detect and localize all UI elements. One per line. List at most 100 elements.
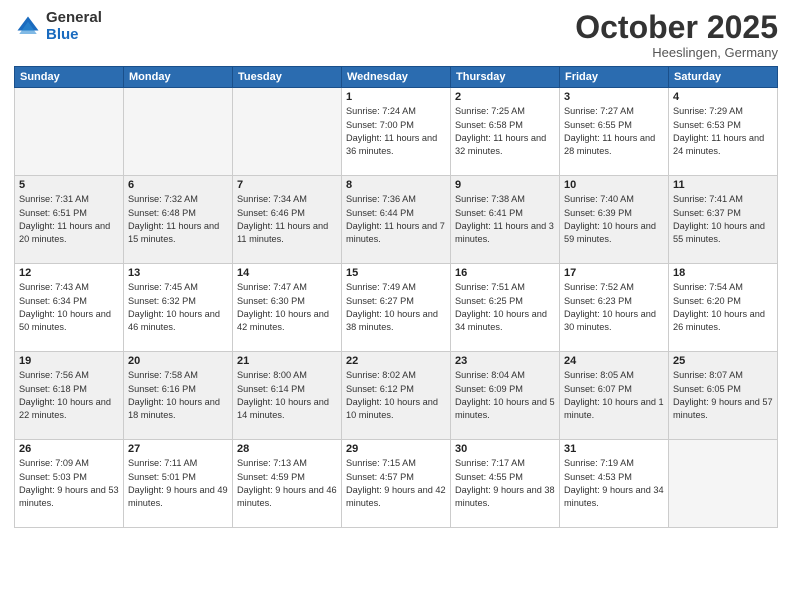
sunrise: Sunrise: 7:49 AM xyxy=(346,282,416,292)
day-number: 20 xyxy=(128,355,228,367)
day-number: 31 xyxy=(564,443,664,455)
day-info: Sunrise: 7:25 AM Sunset: 6:58 PM Daylight:… xyxy=(455,105,555,158)
table-row: 8Sunrise: 7:36 AMSunset: 6:44 PMDaylight… xyxy=(342,176,451,264)
day-info: Sunrise: 7:27 AMSunset: 6:55 PMDaylight:… xyxy=(564,105,664,158)
sunrise: Sunrise: 8:02 AM xyxy=(346,370,416,380)
day-info: Sunrise: 7:29 AMSunset: 6:53 PMDaylight:… xyxy=(673,105,773,158)
calendar-week-row: 1Sunrise: 7:24 AMSunset: 7:00 PMDaylight… xyxy=(15,88,778,176)
day-info: Sunrise: 7:36 AMSunset: 6:44 PMDaylight:… xyxy=(346,193,446,246)
sunset: Sunset: 6:55 PM xyxy=(564,120,632,130)
sunrise: Sunrise: 7:52 AM xyxy=(564,282,634,292)
day-info: Sunrise: 7:47 AMSunset: 6:30 PMDaylight:… xyxy=(237,281,337,334)
calendar-week-row: 26 Sunrise: 7:09 AM Sunset: 5:03 PM Dayligh… xyxy=(15,440,778,528)
day-info: Sunrise: 7:45 AMSunset: 6:32 PMDaylight:… xyxy=(128,281,228,334)
sunset: Sunset: 4:53 PM xyxy=(564,472,632,482)
sunrise: Sunrise: 7:15 AM xyxy=(346,458,416,468)
calendar-header-row: Sunday Monday Tuesday Wednesday Thursday… xyxy=(15,67,778,88)
day-number: 21 xyxy=(237,355,337,367)
table-row: 29Sunrise: 7:15 AMSunset: 4:57 PMDayligh… xyxy=(342,440,451,528)
table-row: 20Sunrise: 7:58 AMSunset: 6:16 PMDayligh… xyxy=(124,352,233,440)
logo-text: General Blue xyxy=(46,10,102,43)
sunrise: Sunrise: 7:56 AM xyxy=(19,370,89,380)
daylight: Daylight: 10 hours and 38 minutes. xyxy=(346,309,438,332)
sunset: Sunset: 6:51 PM xyxy=(19,208,87,218)
sunset: Sunset: 6:09 PM xyxy=(455,384,523,394)
sunset: Sunset: 6:41 PM xyxy=(455,208,523,218)
title-block: October 2025 Heeslingen, Germany xyxy=(575,10,778,60)
month-title: October 2025 xyxy=(575,10,778,45)
daylight: Daylight: 11 hours and 15 minutes. xyxy=(128,221,219,244)
day-info: Sunrise: 7:15 AMSunset: 4:57 PMDaylight:… xyxy=(346,457,446,510)
sunset: Sunset: 6:53 PM xyxy=(673,120,741,130)
daylight: Daylight: 10 hours and 10 minutes. xyxy=(346,397,438,420)
table-row: 4Sunrise: 7:29 AMSunset: 6:53 PMDaylight… xyxy=(669,88,778,176)
daylight: Daylight: 9 hours and 46 minutes. xyxy=(237,485,337,508)
day-info: Sunrise: 7:54 AMSunset: 6:20 PMDaylight:… xyxy=(673,281,773,334)
day-number: 18 xyxy=(673,267,773,279)
day-number: 28 xyxy=(237,443,337,455)
daylight: Daylight: 10 hours and 55 minutes. xyxy=(673,221,765,244)
daylight: Daylight: 11 hours and 32 minutes. xyxy=(455,133,546,156)
day-number: 17 xyxy=(564,267,664,279)
day-info: Sunrise: 7:58 AMSunset: 6:16 PMDaylight:… xyxy=(128,369,228,422)
sunrise: Sunrise: 7:36 AM xyxy=(346,194,416,204)
daylight: Daylight: 11 hours and 28 minutes. xyxy=(564,133,655,156)
sunrise: Sunrise: 8:05 AM xyxy=(564,370,634,380)
day-number: 26 xyxy=(19,443,119,455)
sunset: Sunset: 6:16 PM xyxy=(128,384,196,394)
header-tuesday: Tuesday xyxy=(233,67,342,88)
sunset: Sunset: 4:57 PM xyxy=(346,472,414,482)
daylight: Daylight: 10 hours and 46 minutes. xyxy=(128,309,220,332)
logo-blue: Blue xyxy=(46,27,102,44)
daylight: Daylight: 11 hours and 36 minutes. xyxy=(346,133,437,156)
header: General Blue October 2025 Heeslingen, Ge… xyxy=(14,10,778,60)
table-row: 19Sunrise: 7:56 AMSunset: 6:18 PMDayligh… xyxy=(15,352,124,440)
sunrise: Sunrise: 7:11 AM xyxy=(128,458,197,468)
sunset: Sunset: 5:01 PM xyxy=(128,472,196,482)
day-info: Sunrise: 7:40 AMSunset: 6:39 PMDaylight:… xyxy=(564,193,664,246)
sunset: Sunset: 6:20 PM xyxy=(673,296,741,306)
sunrise: Sunrise: 7:40 AM xyxy=(564,194,634,204)
day-number: 22 xyxy=(346,355,446,367)
sunset: Sunset: 6:58 PM xyxy=(455,120,523,130)
sunrise: Sunrise: 7:19 AM xyxy=(564,458,634,468)
day-number: 23 xyxy=(455,355,555,367)
day-number: 12 xyxy=(19,267,119,279)
day-number: 15 xyxy=(346,267,446,279)
header-thursday: Thursday xyxy=(451,67,560,88)
sunrise: Sunrise: 7:09 AM xyxy=(19,458,89,468)
daylight: Daylight: 9 hours and 49 minutes. xyxy=(128,485,228,508)
sunset: Sunset: 6:37 PM xyxy=(673,208,741,218)
day-info: Sunrise: 7:32 AMSunset: 6:48 PMDaylight:… xyxy=(128,193,228,246)
day-info: Sunrise: 7:19 AM Sunset: 4:53 PM Daylight:… xyxy=(564,457,664,510)
daylight: Daylight: 9 hours and 38 minutes. xyxy=(455,485,555,508)
sunset: Sunset: 6:05 PM xyxy=(673,384,741,394)
table-row: 30Sunrise: 7:17 AMSunset: 4:55 PMDayligh… xyxy=(451,440,560,528)
table-row: 13Sunrise: 7:45 AMSunset: 6:32 PMDayligh… xyxy=(124,264,233,352)
daylight: Daylight: 10 hours and 34 minutes. xyxy=(455,309,547,332)
calendar-week-row: 12Sunrise: 7:43 AMSunset: 6:34 PMDayligh… xyxy=(15,264,778,352)
daylight: Daylight: 11 hours and 20 minutes. xyxy=(19,221,110,244)
day-info: Sunrise: 7:51 AMSunset: 6:25 PMDaylight:… xyxy=(455,281,555,334)
sunset: Sunset: 6:27 PM xyxy=(346,296,414,306)
header-sunday: Sunday xyxy=(15,67,124,88)
table-row: 31 Sunrise: 7:19 AM Sunset: 4:53 PM Dayligh… xyxy=(560,440,669,528)
day-info: Sunrise: 7:31 AM Sunset: 6:51 PM Daylight:… xyxy=(19,193,119,246)
day-info: Sunrise: 8:05 AMSunset: 6:07 PMDaylight:… xyxy=(564,369,664,422)
daylight: Daylight: 9 hours and 34 minutes. xyxy=(564,485,664,508)
day-info: Sunrise: 7:13 AMSunset: 4:59 PMDaylight:… xyxy=(237,457,337,510)
table-row: 2Sunrise: 7:25 AMSunset: 6:58 PMDaylight… xyxy=(451,88,560,176)
sunrise: Sunrise: 8:04 AM xyxy=(455,370,525,380)
sunset: Sunset: 6:23 PM xyxy=(564,296,632,306)
table-row: 23Sunrise: 8:04 AMSunset: 6:09 PMDayligh… xyxy=(451,352,560,440)
table-row: 22Sunrise: 8:02 AMSunset: 6:12 PMDayligh… xyxy=(342,352,451,440)
day-number: 11 xyxy=(673,179,773,191)
sunrise: Sunrise: 7:25 AM xyxy=(455,106,525,116)
daylight: Daylight: 11 hours and 3 minutes. xyxy=(455,221,554,244)
day-number: 24 xyxy=(564,355,664,367)
sunrise: Sunrise: 7:58 AM xyxy=(128,370,198,380)
sunrise: Sunrise: 7:31 AM xyxy=(19,194,89,204)
sunset: Sunset: 5:03 PM xyxy=(19,472,87,482)
daylight: Daylight: 10 hours and 1 minute. xyxy=(564,397,664,420)
table-row: 12Sunrise: 7:43 AMSunset: 6:34 PMDayligh… xyxy=(15,264,124,352)
